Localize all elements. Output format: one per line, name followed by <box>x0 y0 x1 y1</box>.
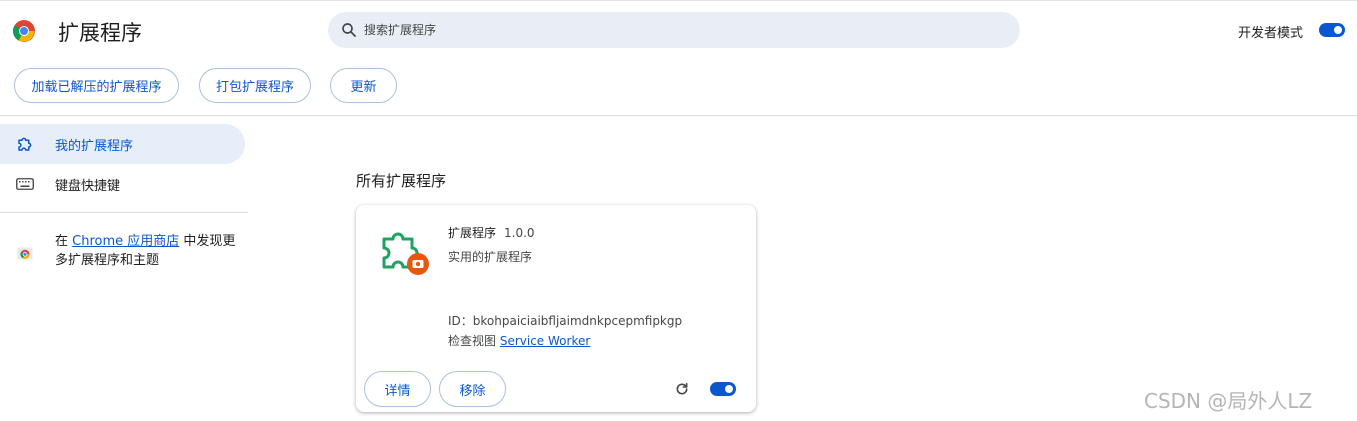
service-worker-link[interactable]: Service Worker <box>500 334 590 348</box>
extension-enable-toggle[interactable] <box>710 382 736 396</box>
extension-version: 1.0.0 <box>504 226 535 240</box>
sidebar-item-keyboard-shortcuts[interactable]: 键盘快捷键 <box>0 164 245 204</box>
chrome-logo-icon <box>13 20 35 42</box>
watermark: CSDN @局外人LZ <box>1144 389 1313 413</box>
update-button[interactable]: 更新 <box>330 68 397 103</box>
sidebar-item-my-extensions[interactable]: 我的扩展程序 <box>0 124 245 164</box>
remove-button[interactable]: 移除 <box>439 371 506 407</box>
sidebar-item-label: 我的扩展程序 <box>55 138 134 154</box>
extension-card: 扩展程序 1.0.0 实用的扩展程序 ID：bkohpaiciaibfljaimd… <box>356 205 756 412</box>
search-icon <box>342 23 356 37</box>
pack-extension-button[interactable]: 打包扩展程序 <box>199 68 311 103</box>
id-label: ID： <box>448 314 473 328</box>
load-unpacked-button[interactable]: 加载已解压的扩展程序 <box>14 68 179 103</box>
extension-name: 扩展程序 <box>448 226 497 240</box>
puzzle-icon <box>15 134 35 154</box>
inspect-views: 检查视图 Service Worker <box>448 332 590 349</box>
extension-description: 实用的扩展程序 <box>448 250 533 264</box>
search-bar[interactable] <box>328 12 1020 48</box>
page-title: 扩展程序 <box>58 21 142 45</box>
web-store-icon <box>17 247 33 260</box>
id-value: bkohpaiciaibfljaimdnkpcepmfipkgp <box>472 314 683 328</box>
extension-title: 扩展程序 1.0.0 <box>448 224 535 241</box>
inspect-label: 检查视图 <box>448 334 497 348</box>
search-input[interactable] <box>364 23 964 37</box>
sidebar-item-label: 键盘快捷键 <box>55 178 121 194</box>
details-button[interactable]: 详情 <box>364 371 431 407</box>
reload-icon[interactable] <box>674 381 690 397</box>
toggle-knob <box>725 385 733 393</box>
dev-mode-toggle[interactable] <box>1319 23 1345 37</box>
store-prefix: 在 <box>55 234 69 249</box>
web-store-promo: 在 Chrome 应用商店 中发现更多扩展程序和主题 <box>55 232 245 270</box>
header-divider <box>0 115 1357 116</box>
sidebar-divider <box>0 212 248 213</box>
dev-mode-label: 开发者模式 <box>1238 26 1304 41</box>
top-border <box>0 0 1357 1</box>
extension-id: ID：bkohpaiciaibfljaimdnkpcepmfipkgp <box>448 312 682 329</box>
section-title: 所有扩展程序 <box>356 172 447 190</box>
toggle-knob <box>1334 26 1342 34</box>
web-store-link[interactable]: Chrome 应用商店 <box>72 234 179 249</box>
keyboard-icon <box>15 174 35 194</box>
extension-puzzle-icon <box>382 232 429 275</box>
